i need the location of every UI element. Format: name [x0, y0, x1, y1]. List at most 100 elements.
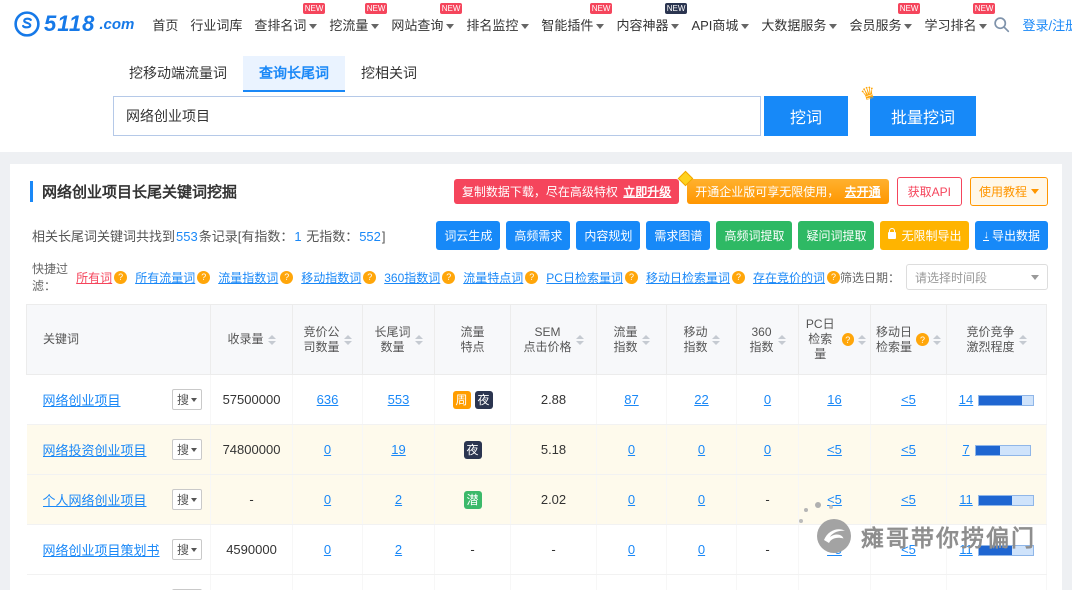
search-icon[interactable]	[993, 16, 1010, 33]
nav-item[interactable]: 大数据服务	[755, 9, 843, 40]
bid-competition-value[interactable]: 11	[959, 492, 973, 507]
keyword-search-button[interactable]: 搜	[172, 489, 202, 510]
keyword-link[interactable]: 个人网络创业项目	[43, 490, 147, 509]
filter-link[interactable]: 流量特点词	[463, 269, 523, 286]
filter-link[interactable]: 流量指数词	[218, 269, 278, 286]
get-api-button[interactable]: 获取API	[897, 177, 962, 206]
sort-icon[interactable]	[778, 335, 786, 345]
mobile-index[interactable]: 0	[698, 542, 705, 557]
word-cloud-button[interactable]: 词云生成	[436, 221, 500, 250]
sort-icon[interactable]	[268, 335, 276, 345]
sort-icon[interactable]	[415, 335, 423, 345]
column-header[interactable]: 长尾词数量	[363, 305, 435, 375]
enterprise-link[interactable]: 去开通	[845, 185, 881, 199]
index-360[interactable]: 0	[764, 442, 771, 457]
pc-daily-search[interactable]: <5	[827, 442, 842, 457]
mobile-index[interactable]: 0	[698, 442, 705, 457]
question-words-button[interactable]: 疑问词提取	[798, 221, 874, 250]
sort-icon[interactable]	[933, 335, 941, 345]
enterprise-banner[interactable]: 开通企业版可享无限使用， 去开通	[687, 179, 888, 204]
unlimited-export-button[interactable]: 无限制导出	[880, 221, 969, 250]
index-360[interactable]: 0	[764, 392, 771, 407]
high-frequency-demand-button[interactable]: 高频需求	[506, 221, 570, 250]
help-icon[interactable]: ?	[827, 271, 840, 284]
column-header[interactable]: 移动日检索量?	[871, 305, 947, 375]
flow-index[interactable]: 87	[624, 392, 638, 407]
upgrade-link[interactable]: 立即升级	[623, 185, 671, 199]
sort-icon[interactable]	[1019, 335, 1027, 345]
filter-link[interactable]: 移动日检索量词	[646, 269, 730, 286]
filter-link[interactable]: 移动指数词	[301, 269, 361, 286]
nav-item[interactable]: 会员服务NEW	[843, 9, 918, 40]
mobile-index[interactable]: 0	[698, 492, 705, 507]
mobile-daily-search[interactable]: <5	[901, 492, 916, 507]
nav-item[interactable]: API商城	[685, 9, 755, 40]
help-icon[interactable]: ?	[525, 271, 538, 284]
column-header[interactable]: PC日检索量?	[799, 305, 871, 375]
sort-icon[interactable]	[858, 335, 866, 345]
nav-item[interactable]: 查排名词NEW	[248, 9, 323, 40]
keyword-link[interactable]: 网络投资创业项目	[43, 440, 147, 459]
tutorial-button[interactable]: 使用教程	[970, 177, 1048, 206]
flow-index[interactable]: 0	[628, 542, 635, 557]
column-header[interactable]: 流量指数	[597, 305, 667, 375]
nav-item[interactable]: 首页	[146, 9, 184, 40]
demand-map-button[interactable]: 需求图谱	[646, 221, 710, 250]
help-icon[interactable]: ?	[114, 271, 127, 284]
export-data-button[interactable]: ↓导出数据	[975, 221, 1048, 250]
date-range-select[interactable]: 请选择时间段	[906, 264, 1048, 290]
nav-item[interactable]: 智能插件NEW	[535, 9, 610, 40]
mobile-daily-search[interactable]: <5	[901, 392, 916, 407]
sort-icon[interactable]	[642, 335, 650, 345]
filter-link[interactable]: PC日检索量词	[546, 269, 623, 286]
help-icon[interactable]: ?	[442, 271, 455, 284]
bid-competition-value[interactable]: 7	[962, 442, 969, 457]
column-header[interactable]: 竞价竞争激烈程度	[947, 305, 1047, 375]
upgrade-banner[interactable]: 复制数据下载，尽在高级特权 立即升级	[454, 179, 679, 204]
keyword-input[interactable]	[113, 96, 761, 136]
column-header[interactable]: 360指数	[737, 305, 799, 375]
sort-icon[interactable]	[712, 335, 720, 345]
bid-competition-value[interactable]: 14	[959, 392, 973, 407]
help-icon[interactable]: ?	[842, 333, 854, 346]
longtail-count[interactable]: 2	[395, 542, 402, 557]
bid-company-count[interactable]: 0	[324, 492, 331, 507]
column-header[interactable]: 收录量	[211, 305, 293, 375]
mobile-daily-search[interactable]: <5	[901, 442, 916, 457]
longtail-count[interactable]: 2	[395, 492, 402, 507]
help-icon[interactable]: ?	[916, 333, 929, 346]
sort-icon[interactable]	[344, 335, 352, 345]
nav-item[interactable]: 排名监控	[460, 9, 535, 40]
login-link[interactable]: 登录/注册	[1022, 15, 1072, 34]
column-header[interactable]: 竞价公司数量	[293, 305, 363, 375]
keyword-search-button[interactable]: 搜	[172, 389, 202, 410]
nav-item[interactable]: 内容神器NEW	[610, 9, 685, 40]
flow-index[interactable]: 0	[628, 492, 635, 507]
high-frequency-words-button[interactable]: 高频词提取	[716, 221, 792, 250]
summary-total[interactable]: 553	[176, 229, 198, 244]
search-tab[interactable]: 查询长尾词	[243, 56, 345, 92]
mobile-index[interactable]: 22	[694, 392, 708, 407]
column-header[interactable]: SEM点击价格	[511, 305, 597, 375]
sort-icon[interactable]	[576, 335, 584, 345]
dig-button[interactable]: 挖词	[764, 96, 848, 136]
bid-company-count[interactable]: 0	[324, 542, 331, 557]
bid-company-count[interactable]: 0	[324, 442, 331, 457]
content-plan-button[interactable]: 内容规划	[576, 221, 640, 250]
bid-company-count[interactable]: 636	[317, 392, 339, 407]
filter-link[interactable]: 360指数词	[384, 269, 440, 286]
column-header[interactable]: 移动指数	[667, 305, 737, 375]
pc-daily-search[interactable]: <5	[827, 492, 842, 507]
keyword-search-button[interactable]: 搜	[172, 539, 202, 560]
pc-daily-search[interactable]: 16	[827, 392, 841, 407]
nav-item[interactable]: 网站查询NEW	[385, 9, 460, 40]
search-tab[interactable]: 挖相关词	[345, 56, 433, 92]
logo[interactable]: 5118 .com	[14, 11, 134, 37]
nav-item[interactable]: 学习排名NEW	[918, 9, 993, 40]
longtail-count[interactable]: 553	[388, 392, 410, 407]
filter-link[interactable]: 所有词	[76, 269, 112, 286]
help-icon[interactable]: ?	[363, 271, 376, 284]
longtail-count[interactable]: 19	[391, 442, 405, 457]
keyword-search-button[interactable]: 搜	[172, 439, 202, 460]
keyword-link[interactable]: 网络创业项目策划书	[43, 540, 160, 559]
